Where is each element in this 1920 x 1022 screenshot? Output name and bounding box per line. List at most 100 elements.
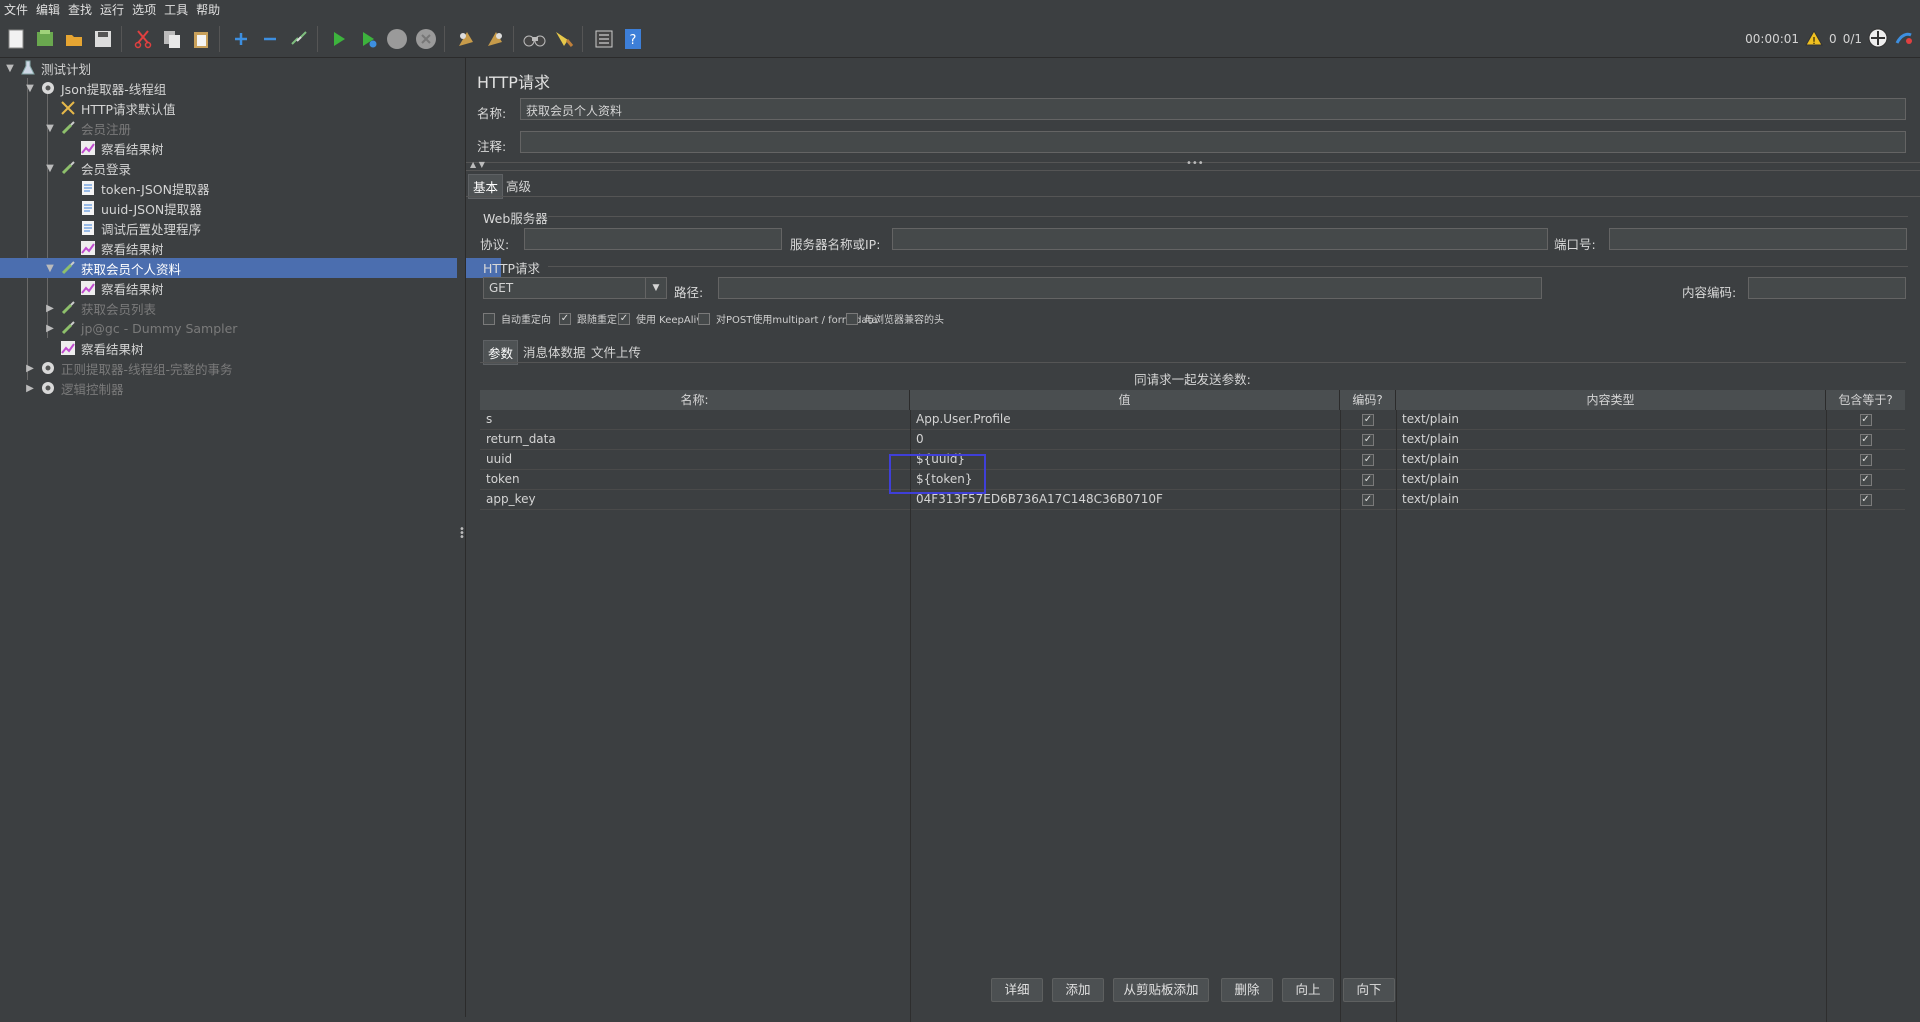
menu-search[interactable]: 查找: [64, 0, 96, 20]
tree-node[interactable]: HTTP请求默认值: [0, 98, 501, 118]
column-encode[interactable]: 编码?: [1340, 390, 1396, 410]
menu-tools[interactable]: 工具: [160, 0, 192, 20]
checkbox[interactable]: [483, 312, 495, 325]
content-type-cell[interactable]: text/plain: [1396, 450, 1826, 469]
table-row[interactable]: uuid ${uuid} ✓ text/plain ✓: [480, 450, 1905, 470]
menu-run[interactable]: 运行: [96, 0, 128, 20]
remote-start-icon[interactable]: [453, 26, 479, 52]
tree-node[interactable]: ▶ 逻辑控制器: [0, 378, 481, 398]
method-select[interactable]: GET ▼: [483, 277, 667, 299]
column-name[interactable]: 名称:: [480, 390, 910, 410]
tree-node[interactable]: 调试后置处理程序: [0, 218, 521, 238]
path-field[interactable]: [718, 277, 1542, 299]
function-helper-icon[interactable]: [591, 26, 617, 52]
new-icon[interactable]: [3, 26, 29, 52]
checkbox[interactable]: ✓: [1362, 433, 1374, 446]
encoding-field[interactable]: [1748, 277, 1906, 299]
table-row[interactable]: token ${token} ✓ text/plain ✓: [480, 470, 1905, 490]
splitter-grip[interactable]: • • •: [459, 525, 465, 543]
collapse-arrows-icon[interactable]: ▲ ▼: [470, 160, 485, 169]
content-type-cell[interactable]: text/plain: [1396, 470, 1826, 489]
tree-node[interactable]: 察看结果树: [0, 278, 521, 298]
checkbox[interactable]: ✓: [1859, 493, 1872, 506]
param-name-cell[interactable]: return_data: [480, 430, 910, 449]
copy-icon[interactable]: [159, 26, 185, 52]
start-icon[interactable]: [326, 26, 352, 52]
comment-field[interactable]: [520, 131, 1906, 153]
table-row[interactable]: s App.User.Profile ✓ text/plain ✓: [480, 410, 1905, 430]
content-type-cell[interactable]: text/plain: [1396, 410, 1826, 429]
collapse-arrow-icon[interactable]: ▼: [44, 123, 56, 134]
checkbox[interactable]: ✓: [1362, 453, 1374, 466]
content-type-cell[interactable]: text/plain: [1396, 490, 1826, 509]
paste-icon[interactable]: [188, 26, 214, 52]
content-type-cell[interactable]: text/plain: [1396, 430, 1826, 449]
include-equals-cell[interactable]: ✓: [1826, 430, 1905, 449]
menu-file[interactable]: 文件: [0, 0, 32, 20]
name-field[interactable]: 获取会员个人资料: [520, 98, 1906, 120]
templates-icon[interactable]: [32, 26, 58, 52]
menu-options[interactable]: 选项: [128, 0, 160, 20]
tree-node[interactable]: uuid-JSON提取器: [0, 198, 521, 218]
tab-body-data[interactable]: 消息体数据: [519, 340, 590, 363]
param-value-cell[interactable]: 0: [910, 430, 1340, 449]
param-name-cell[interactable]: s: [480, 410, 910, 429]
expand-arrow-icon[interactable]: ▶: [44, 303, 56, 314]
tree-node[interactable]: 察看结果树: [0, 238, 521, 258]
log-viewer-icon[interactable]: [1894, 28, 1914, 51]
detail-button[interactable]: 详细: [991, 978, 1043, 1002]
expand-arrow-icon[interactable]: ▶: [24, 383, 36, 394]
checkbox[interactable]: [846, 312, 858, 325]
include-equals-cell[interactable]: ✓: [1826, 450, 1905, 469]
collapse-arrow-icon[interactable]: ▼: [44, 263, 56, 274]
save-icon[interactable]: [90, 26, 116, 52]
checkbox[interactable]: ✓: [1859, 473, 1872, 486]
collapse-icon[interactable]: [257, 26, 283, 52]
tree-node[interactable]: ▼ 会员注册: [0, 118, 501, 138]
option-checkbox-row[interactable]: 自动重定向: [483, 311, 551, 326]
checkbox[interactable]: ✓: [618, 312, 630, 325]
tree-node[interactable]: token-JSON提取器: [0, 178, 521, 198]
option-checkbox-row[interactable]: 与浏览器兼容的头: [846, 311, 944, 326]
tree-node[interactable]: 察看结果树: [0, 138, 521, 158]
checkbox[interactable]: ✓: [1859, 413, 1872, 426]
search-icon[interactable]: [522, 26, 548, 52]
expand-icon[interactable]: [228, 26, 254, 52]
column-content-type[interactable]: 内容类型: [1396, 390, 1826, 410]
cut-icon[interactable]: [130, 26, 156, 52]
tree-node[interactable]: ▶ 正则提取器-线程组-完整的事务: [0, 358, 481, 378]
encode-cell[interactable]: ✓: [1340, 450, 1396, 469]
move-up-button[interactable]: 向上: [1282, 978, 1334, 1002]
tab-file-upload[interactable]: 文件上传: [587, 340, 645, 363]
tree-node[interactable]: ▼ 获取会员个人资料: [0, 258, 501, 278]
tree-node[interactable]: ▶ jp@gc - Dummy Sampler: [0, 318, 501, 338]
encode-cell[interactable]: ✓: [1340, 430, 1396, 449]
checkbox[interactable]: [698, 312, 710, 325]
add-button[interactable]: 添加: [1052, 978, 1104, 1002]
include-equals-cell[interactable]: ✓: [1826, 470, 1905, 489]
clear-icon[interactable]: [551, 26, 577, 52]
include-equals-cell[interactable]: ✓: [1826, 490, 1905, 509]
drag-handle-icon[interactable]: •••: [1186, 158, 1204, 169]
tree-node[interactable]: ▼ 会员登录: [0, 158, 501, 178]
expand-arrow-icon[interactable]: ▶: [44, 323, 56, 334]
collapse-arrow-icon[interactable]: ▼: [4, 63, 16, 74]
toggle-icon[interactable]: [286, 26, 312, 52]
checkbox[interactable]: ✓: [1362, 473, 1374, 486]
column-include-equals[interactable]: 包含等于?: [1826, 390, 1905, 410]
tree-node[interactable]: ▼ Json提取器-线程组: [0, 78, 481, 98]
column-value[interactable]: 值: [910, 390, 1340, 410]
open-icon[interactable]: [61, 26, 87, 52]
warning-icon[interactable]: !: [1805, 29, 1823, 49]
expand-arrow-icon[interactable]: ▶: [24, 363, 36, 374]
encode-cell[interactable]: ✓: [1340, 490, 1396, 509]
stop-icon[interactable]: [384, 26, 410, 52]
panel-splitter[interactable]: • • •: [457, 58, 466, 1017]
checkbox[interactable]: ✓: [1362, 493, 1374, 506]
table-row[interactable]: app_key 04F313F57ED6B736A17C148C36B0710F ✓…: [480, 490, 1905, 510]
encode-cell[interactable]: ✓: [1340, 410, 1396, 429]
start-no-pause-icon[interactable]: [355, 26, 381, 52]
help-icon[interactable]: ?: [620, 26, 646, 52]
param-name-cell[interactable]: token: [480, 470, 910, 489]
shutdown-icon[interactable]: [413, 26, 439, 52]
